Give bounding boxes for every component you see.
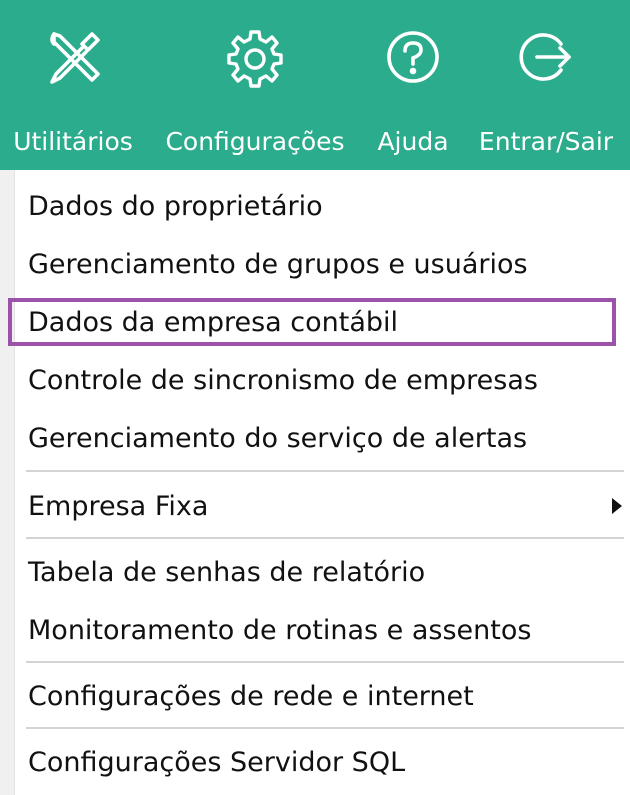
menu-item-label: Empresa Fixa (28, 491, 209, 522)
menu-item-label: Tabela de senhas de relatório (28, 557, 426, 588)
submenu-arrow-icon (612, 498, 622, 514)
menu-separator (26, 470, 624, 472)
menu-item-sincronismo-empresas[interactable]: Controle de sincronismo de empresas (16, 354, 624, 406)
menu-item-senhas-relatorio[interactable]: Tabela de senhas de relatório (16, 546, 624, 598)
help-icon (382, 26, 444, 88)
app-window: Utilitários Configurações Ajuda Entrar/S… (0, 0, 630, 795)
menu-item-servico-alertas[interactable]: Gerenciamento do serviço de alertas (16, 412, 624, 464)
menu-item-grupos-usuarios[interactable]: Gerenciamento de grupos e usuários (16, 238, 624, 290)
toolbar-utilitarios-button[interactable]: Utilitários (0, 0, 146, 170)
menu-item-servidor-sql[interactable]: Configurações Servidor SQL (16, 736, 624, 788)
menu-icon-gutter (0, 170, 15, 795)
menu-item-label: Configurações Servidor SQL (28, 747, 406, 778)
toolbar-ajuda-button[interactable]: Ajuda (364, 0, 462, 170)
menu-item-monitoramento-rotinas[interactable]: Monitoramento de rotinas e assentos (16, 604, 624, 656)
ribbon-toolbar: Utilitários Configurações Ajuda Entrar/S… (0, 0, 630, 170)
menu-separator (26, 727, 624, 729)
menu-item-label: Monitoramento de rotinas e assentos (28, 615, 532, 646)
menu-item-label: Gerenciamento de grupos e usuários (28, 249, 528, 280)
toolbar-ajuda-label: Ajuda (377, 127, 449, 156)
menu-separator (26, 537, 624, 539)
toolbar-configuracoes-label: Configurações (165, 127, 345, 156)
logout-icon (515, 26, 577, 88)
menu-item-dados-proprietario[interactable]: Dados do proprietário (16, 180, 624, 232)
menu-item-label: Dados do proprietário (28, 191, 323, 222)
menu-item-label: Configurações de rede e internet (28, 681, 474, 712)
menu-item-empresa-fixa[interactable]: Empresa Fixa (16, 480, 624, 532)
toolbar-entrar-sair-label: Entrar/Sair (478, 127, 614, 156)
menu-item-rede-internet[interactable]: Configurações de rede e internet (16, 670, 624, 722)
toolbar-entrar-sair-button[interactable]: Entrar/Sair (462, 0, 630, 170)
menu-item-label: Gerenciamento do serviço de alertas (28, 423, 528, 454)
gear-icon (224, 26, 286, 88)
menu-separator (26, 661, 624, 663)
menu-item-dados-empresa-contabil[interactable]: Dados da empresa contábil (16, 296, 624, 348)
menu-item-label: Dados da empresa contábil (28, 307, 399, 338)
toolbar-configuracoes-button[interactable]: Configurações (146, 0, 364, 170)
tools-icon (42, 26, 104, 88)
menu-item-label: Controle de sincronismo de empresas (28, 365, 538, 396)
configuracoes-dropdown-menu: Dados do proprietário Gerenciamento de g… (0, 170, 630, 795)
toolbar-utilitarios-label: Utilitários (13, 127, 133, 156)
